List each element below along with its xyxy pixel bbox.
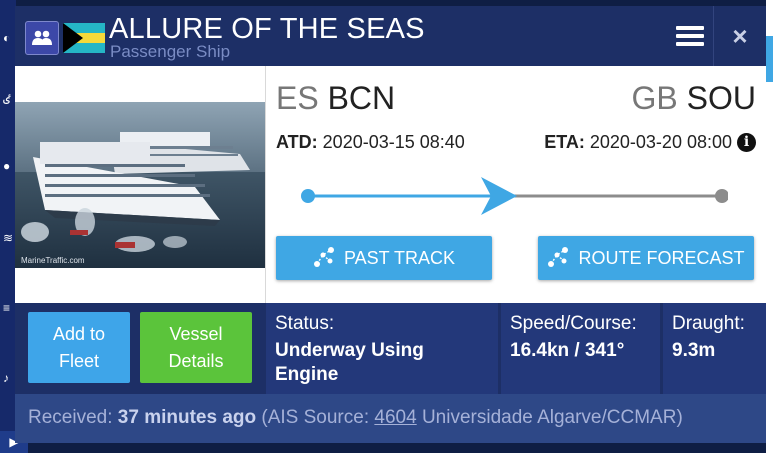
departure-port[interactable]: ES BCN (276, 80, 395, 116)
route-icon (548, 247, 569, 268)
close-icon[interactable]: × (714, 6, 766, 66)
map-control[interactable] (766, 36, 773, 82)
vessel-name[interactable]: ALLURE OF THE SEAS (109, 12, 425, 46)
past-track-button[interactable]: PAST TRACK (276, 236, 492, 280)
draught-cell: Draught: 9.3m (663, 303, 766, 394)
vessel-details-button[interactable]: Vessel Details (140, 312, 252, 383)
speed-course-label: Speed/Course: (510, 313, 637, 334)
arrival-dot (715, 189, 728, 203)
photo-watermark: MarineTraffic.com (21, 256, 85, 265)
photo-panel: MarineTraffic.com (15, 66, 265, 303)
sidebar-icon[interactable]: ◐ (3, 32, 13, 44)
hamburger-icon[interactable] (668, 6, 712, 66)
vessel-type: Passenger Ship (110, 42, 231, 61)
info-icon[interactable]: i (737, 133, 756, 152)
sidebar-icon[interactable]: ≋ (3, 232, 13, 244)
vessel-photo[interactable]: MarineTraffic.com (15, 102, 265, 268)
ais-station-link[interactable]: 4604 (374, 407, 416, 428)
voyage-progress-track (301, 177, 728, 215)
popup-header: ALLURE OF THE SEAS Passenger Ship × (15, 6, 766, 66)
atd-row: ATD: 2020-03-15 08:40 (276, 132, 465, 152)
arrival-port[interactable]: GB SOU (632, 80, 756, 116)
map-edge (766, 0, 773, 453)
status-cell: Status: Underway Using Engine (266, 303, 498, 394)
sidebar-icon[interactable]: ≡ (3, 302, 13, 314)
route-forecast-button[interactable]: ROUTE FORECAST (538, 236, 754, 280)
route-icon (313, 247, 334, 268)
actions-panel: Add to Fleet Vessel Details (15, 303, 265, 394)
add-to-fleet-button[interactable]: Add to Fleet (28, 312, 130, 383)
eta-row: ETA: 2020-03-20 08:00 (544, 132, 732, 152)
sidebar-icon[interactable]: ♪ (3, 372, 13, 384)
fleet-users-icon[interactable] (25, 21, 59, 55)
status-value: Underway Using Engine (275, 340, 424, 385)
draught-value: 9.3m (672, 340, 716, 361)
vessel-popup: ALLURE OF THE SEAS Passenger Ship × Mari… (15, 6, 766, 443)
speed-course-cell: Speed/Course: 16.4kn / 341° (501, 303, 660, 394)
map-sidebar: ◐ ٸ ● ≋ ≡ ♪ (0, 0, 16, 453)
sidebar-icon[interactable]: ٸ (3, 92, 13, 104)
speed-course-value: 16.4kn / 341° (510, 340, 625, 361)
status-label: Status: (275, 313, 335, 334)
departure-dot (301, 189, 315, 203)
draught-label: Draught: (672, 313, 745, 334)
sidebar-icon[interactable]: ● (3, 160, 13, 172)
route-panel: ES BCN GB SOU ATD: 2020-03-15 08:40 ETA:… (266, 66, 766, 303)
bahamas-flag-icon (63, 23, 105, 53)
received-footer: Received: 37 minutes ago (AIS Source: 46… (15, 394, 766, 443)
